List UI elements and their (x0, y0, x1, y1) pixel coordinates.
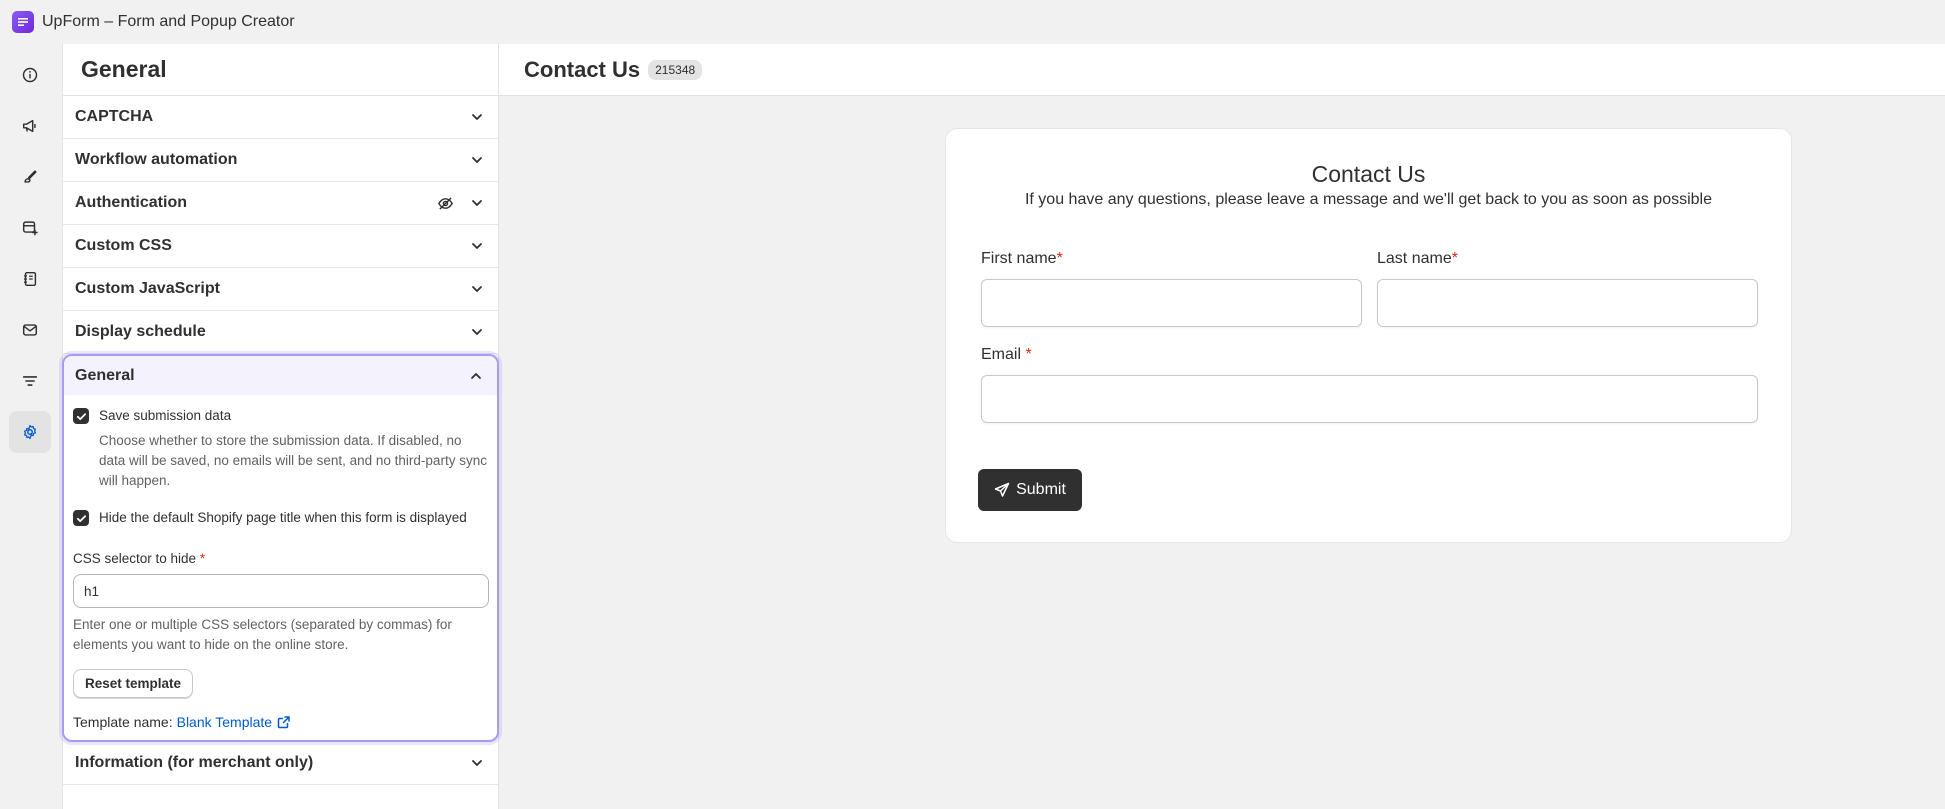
brush-icon[interactable] (9, 156, 51, 198)
eye-slash-icon (437, 195, 454, 212)
section-general-expanded: General Save submission data Choose whet… (62, 354, 499, 742)
hide-title-checkbox[interactable] (73, 510, 89, 526)
gear-icon[interactable] (9, 411, 51, 453)
icon-rail (0, 44, 62, 809)
form-preview-card: Contact Us If you have any questions, pl… (945, 128, 1792, 543)
section-information-merchant[interactable]: Information (for merchant only) (63, 742, 498, 785)
section-label: Information (for merchant only) (75, 754, 314, 771)
first-name-label-text: First name (981, 250, 1057, 267)
hide-title-label: Hide the default Shopify page title when… (99, 510, 467, 525)
form-page-title: Contact Us (524, 56, 641, 82)
chevron-down-icon (470, 153, 484, 167)
chevron-down-icon (470, 110, 484, 124)
chevron-down-icon (470, 756, 484, 770)
section-authentication[interactable]: Authentication (63, 182, 498, 225)
required-mark: * (1451, 250, 1458, 267)
required-mark: * (199, 551, 206, 566)
form-subtitle: If you have any questions, please leave … (1024, 191, 1713, 208)
first-name-input[interactable] (981, 279, 1362, 327)
section-label: Workflow automation (75, 151, 238, 168)
required-mark: * (1025, 346, 1032, 363)
section-general-body: Save submission data Choose whether to s… (64, 395, 497, 740)
section-label: Custom JavaScript (75, 280, 220, 297)
hide-title-row: Hide the default Shopify page title when… (73, 509, 489, 527)
section-label: Display schedule (75, 323, 206, 340)
form-title: Contact Us (1311, 161, 1426, 187)
section-label: CAPTCHA (75, 108, 154, 125)
css-selector-label-text: CSS selector to hide (73, 551, 197, 566)
template-name-row: Template name: Blank Template (73, 714, 489, 730)
email-input[interactable] (981, 375, 1758, 423)
chevron-down-icon (470, 196, 484, 210)
save-submission-help: Choose whether to store the submission d… (99, 433, 487, 488)
send-icon (994, 482, 1010, 497)
section-display-schedule[interactable]: Display schedule (63, 311, 498, 354)
chevron-up-icon (469, 369, 483, 383)
email-label-text: Email (981, 346, 1022, 363)
upform-logo-icon (12, 11, 34, 33)
section-captcha[interactable]: CAPTCHA (63, 96, 498, 139)
section-label: General (75, 366, 135, 384)
email-label: Email * (981, 346, 1032, 364)
megaphone-icon[interactable] (9, 105, 51, 147)
section-general-header[interactable]: General (64, 356, 497, 395)
mail-icon[interactable] (9, 309, 51, 351)
notebook-icon[interactable] (9, 258, 51, 300)
css-selector-help: Enter one or multiple CSS selectors (sep… (73, 617, 452, 652)
chevron-down-icon (470, 239, 484, 253)
template-name-link[interactable]: Blank Template (177, 714, 272, 730)
app-bar: UpForm – Form and Popup Creator (0, 0, 1945, 44)
first-name-label: First name* (981, 250, 1063, 268)
panel-title: General (63, 44, 498, 96)
section-label: Authentication (75, 194, 187, 211)
last-name-label-text: Last name (1377, 250, 1452, 267)
add-block-icon[interactable] (9, 207, 51, 249)
external-link-icon[interactable] (277, 715, 291, 729)
app-title: UpForm – Form and Popup Creator (42, 13, 295, 30)
save-submission-checkbox[interactable] (73, 408, 89, 424)
last-name-input[interactable] (1377, 279, 1758, 327)
settings-panel: General CAPTCHA Workflow automation Auth… (62, 44, 499, 809)
filter-icon[interactable] (9, 360, 51, 402)
submit-button[interactable]: Submit (978, 469, 1082, 511)
section-custom-css[interactable]: Custom CSS (63, 225, 498, 268)
section-custom-javascript[interactable]: Custom JavaScript (63, 268, 498, 311)
template-name-label: Template name: (73, 714, 173, 730)
chevron-down-icon (470, 325, 484, 339)
reset-template-button[interactable]: Reset template (73, 669, 194, 698)
css-selector-label: CSS selector to hide * (73, 551, 489, 566)
info-icon[interactable] (9, 54, 51, 96)
form-id-badge: 215348 (648, 59, 703, 80)
save-submission-label: Save submission data (99, 408, 232, 423)
section-workflow-automation[interactable]: Workflow automation (63, 139, 498, 182)
save-submission-row: Save submission data (73, 407, 489, 425)
chevron-down-icon (470, 282, 484, 296)
required-mark: * (1056, 250, 1063, 267)
last-name-label: Last name* (1377, 250, 1458, 268)
main-header: Contact Us 215348 (499, 44, 1945, 96)
submit-label: Submit (1016, 481, 1066, 498)
section-label: Custom CSS (75, 237, 172, 254)
css-selector-input[interactable] (73, 574, 489, 608)
